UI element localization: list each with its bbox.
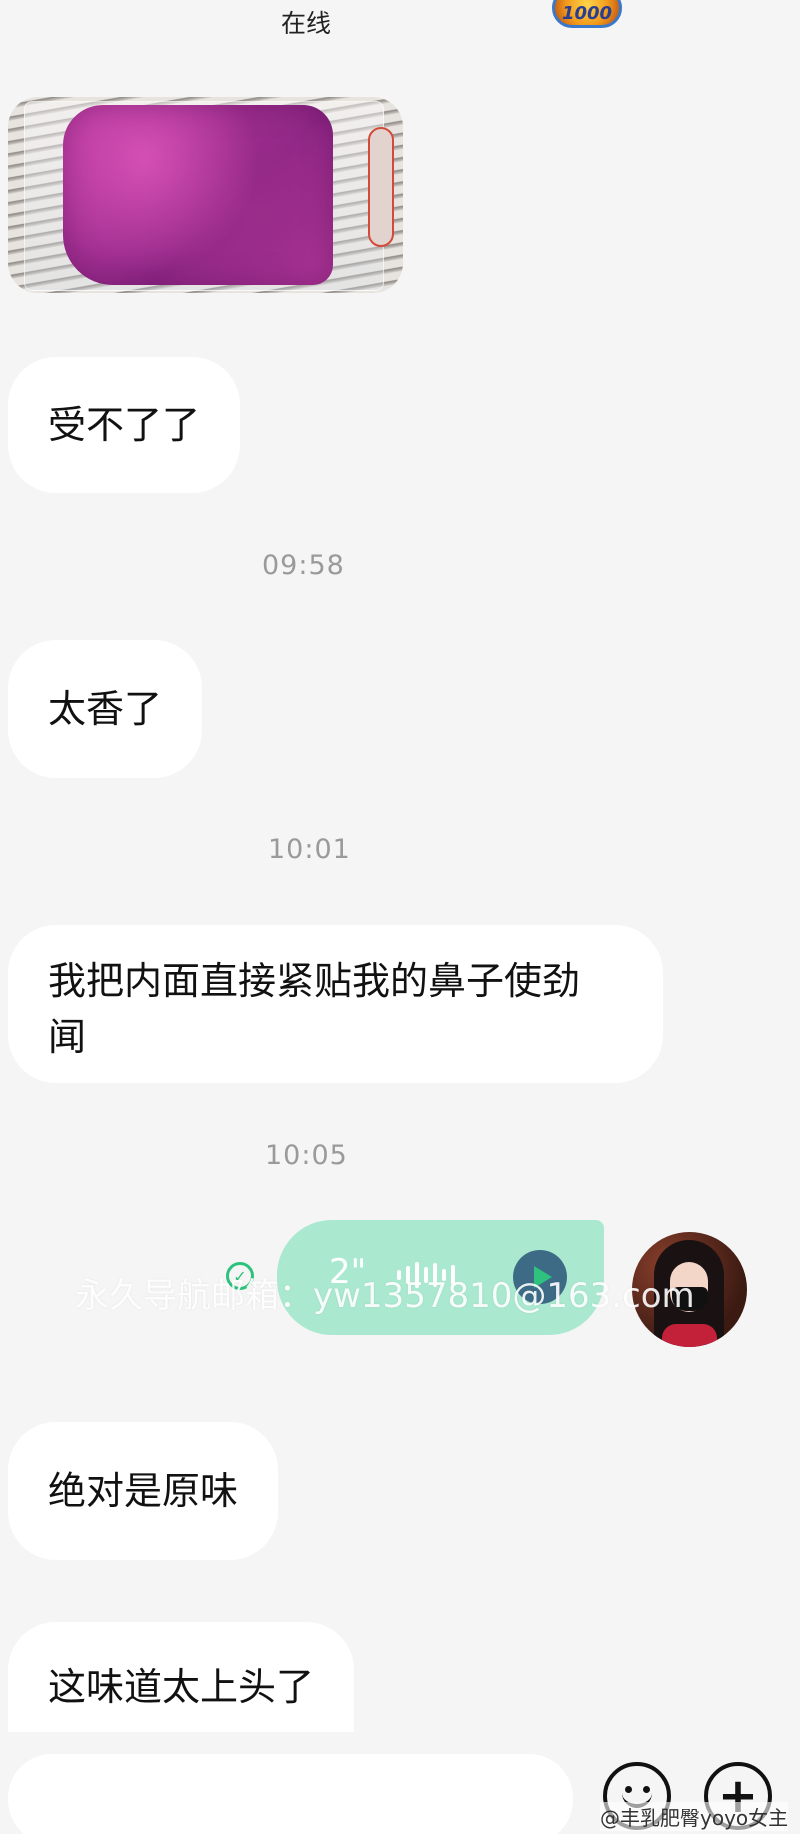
bag-sticker-image (368, 127, 394, 247)
message-input[interactable] (8, 1754, 573, 1834)
message-bubble[interactable]: 我把内面直接紧贴我的鼻子使劲 闻 (8, 925, 663, 1083)
message-text-line: 我把内面直接紧贴我的鼻子使劲 (48, 959, 581, 1003)
message-text: 这味道太上头了 (48, 1665, 315, 1709)
image-message[interactable] (8, 97, 403, 293)
message-text: 受不了了 (48, 403, 201, 447)
avatar-shirt (662, 1324, 717, 1347)
chat-header: 在线 1000 (0, 0, 800, 44)
message-text-line: 闻 (48, 1015, 87, 1059)
watermark-text: 永久导航邮箱：yw1357810@163.com (75, 1276, 695, 1316)
timestamp: 09:58 (262, 550, 345, 581)
timestamp: 10:05 (265, 1140, 348, 1171)
message-bubble[interactable]: 受不了了 (8, 357, 241, 493)
corner-watermark: @丰乳肥臀yoyo女主 (600, 1802, 789, 1831)
message-text: 太香了 (48, 687, 163, 731)
timestamp: 10:01 (268, 834, 351, 865)
message-text: 绝对是原味 (48, 1469, 239, 1513)
message-bubble[interactable]: 太香了 (8, 640, 203, 778)
badge-label: 1000 (561, 2, 613, 24)
message-bubble[interactable]: 绝对是原味 (8, 1422, 279, 1560)
online-status: 在线 (281, 9, 332, 38)
purple-fabric-image (63, 105, 333, 285)
game-badge-icon[interactable]: 1000 (552, 0, 622, 28)
